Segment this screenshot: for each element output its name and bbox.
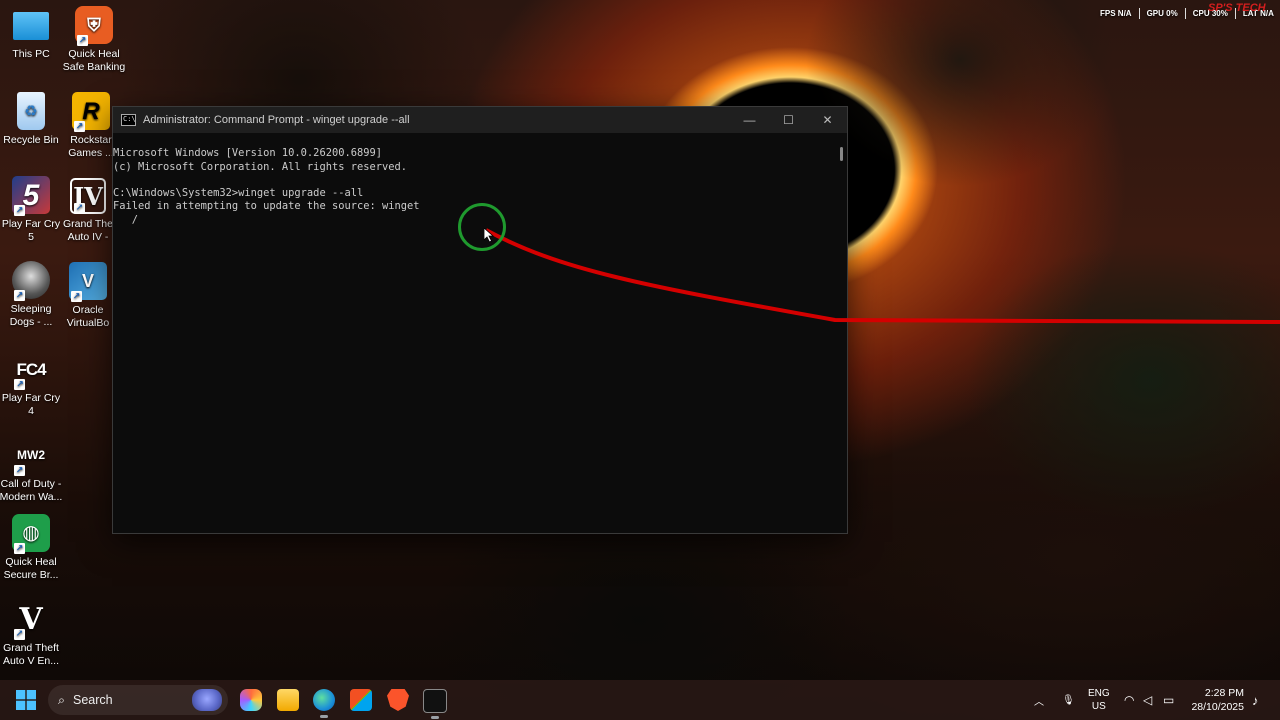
search-placeholder: Search [73, 693, 113, 707]
annotation-red-line [485, 228, 1280, 324]
clock-date: 28/10/2025 [1191, 701, 1244, 713]
channel-watermark: SP'S TECH [1208, 2, 1266, 14]
taskbar: ⌕ Search ︿ 🎙 ENG US ◠ ◁ ▭ 2:28 PM 28/10/… [0, 680, 1280, 720]
search-icon: ⌕ [58, 692, 66, 707]
gpu-stat: GPU 0% [1146, 9, 1178, 18]
language-indicator[interactable]: ENG US [1088, 680, 1110, 720]
volume-icon[interactable]: ◁ [1143, 680, 1152, 720]
click-highlight-ring [458, 203, 506, 251]
command-prompt-taskbar-icon[interactable] [423, 689, 447, 719]
microphone-icon[interactable]: 🎙 [1062, 680, 1075, 720]
taskbar-clock[interactable]: 2:28 PM 28/10/2025 [1190, 686, 1244, 714]
brave-browser-icon[interactable] [387, 689, 409, 711]
keyboard-layout: US [1091, 701, 1106, 712]
battery-icon[interactable]: ▭ [1163, 680, 1174, 720]
fps-stat: FPS N/A [1100, 9, 1132, 18]
language-code: ENG [1088, 688, 1110, 699]
copilot-icon[interactable] [240, 689, 262, 711]
microsoft-store-icon[interactable] [350, 689, 372, 711]
taskbar-search-box[interactable]: ⌕ Search [48, 685, 228, 715]
clock-time: 2:28 PM [1204, 687, 1244, 699]
mouse-cursor-icon [484, 228, 495, 243]
notification-bell-icon[interactable]: ♪ [1252, 680, 1259, 720]
chevron-up-icon: ︿ [1034, 696, 1044, 708]
wifi-icon[interactable]: ◠ [1124, 680, 1134, 720]
file-explorer-icon[interactable] [277, 689, 299, 711]
show-hidden-icons-button[interactable]: ︿ [1034, 680, 1044, 720]
edge-browser-icon[interactable] [313, 689, 335, 718]
windows-start-icon[interactable] [16, 690, 36, 710]
search-highlight-icon [192, 689, 222, 711]
